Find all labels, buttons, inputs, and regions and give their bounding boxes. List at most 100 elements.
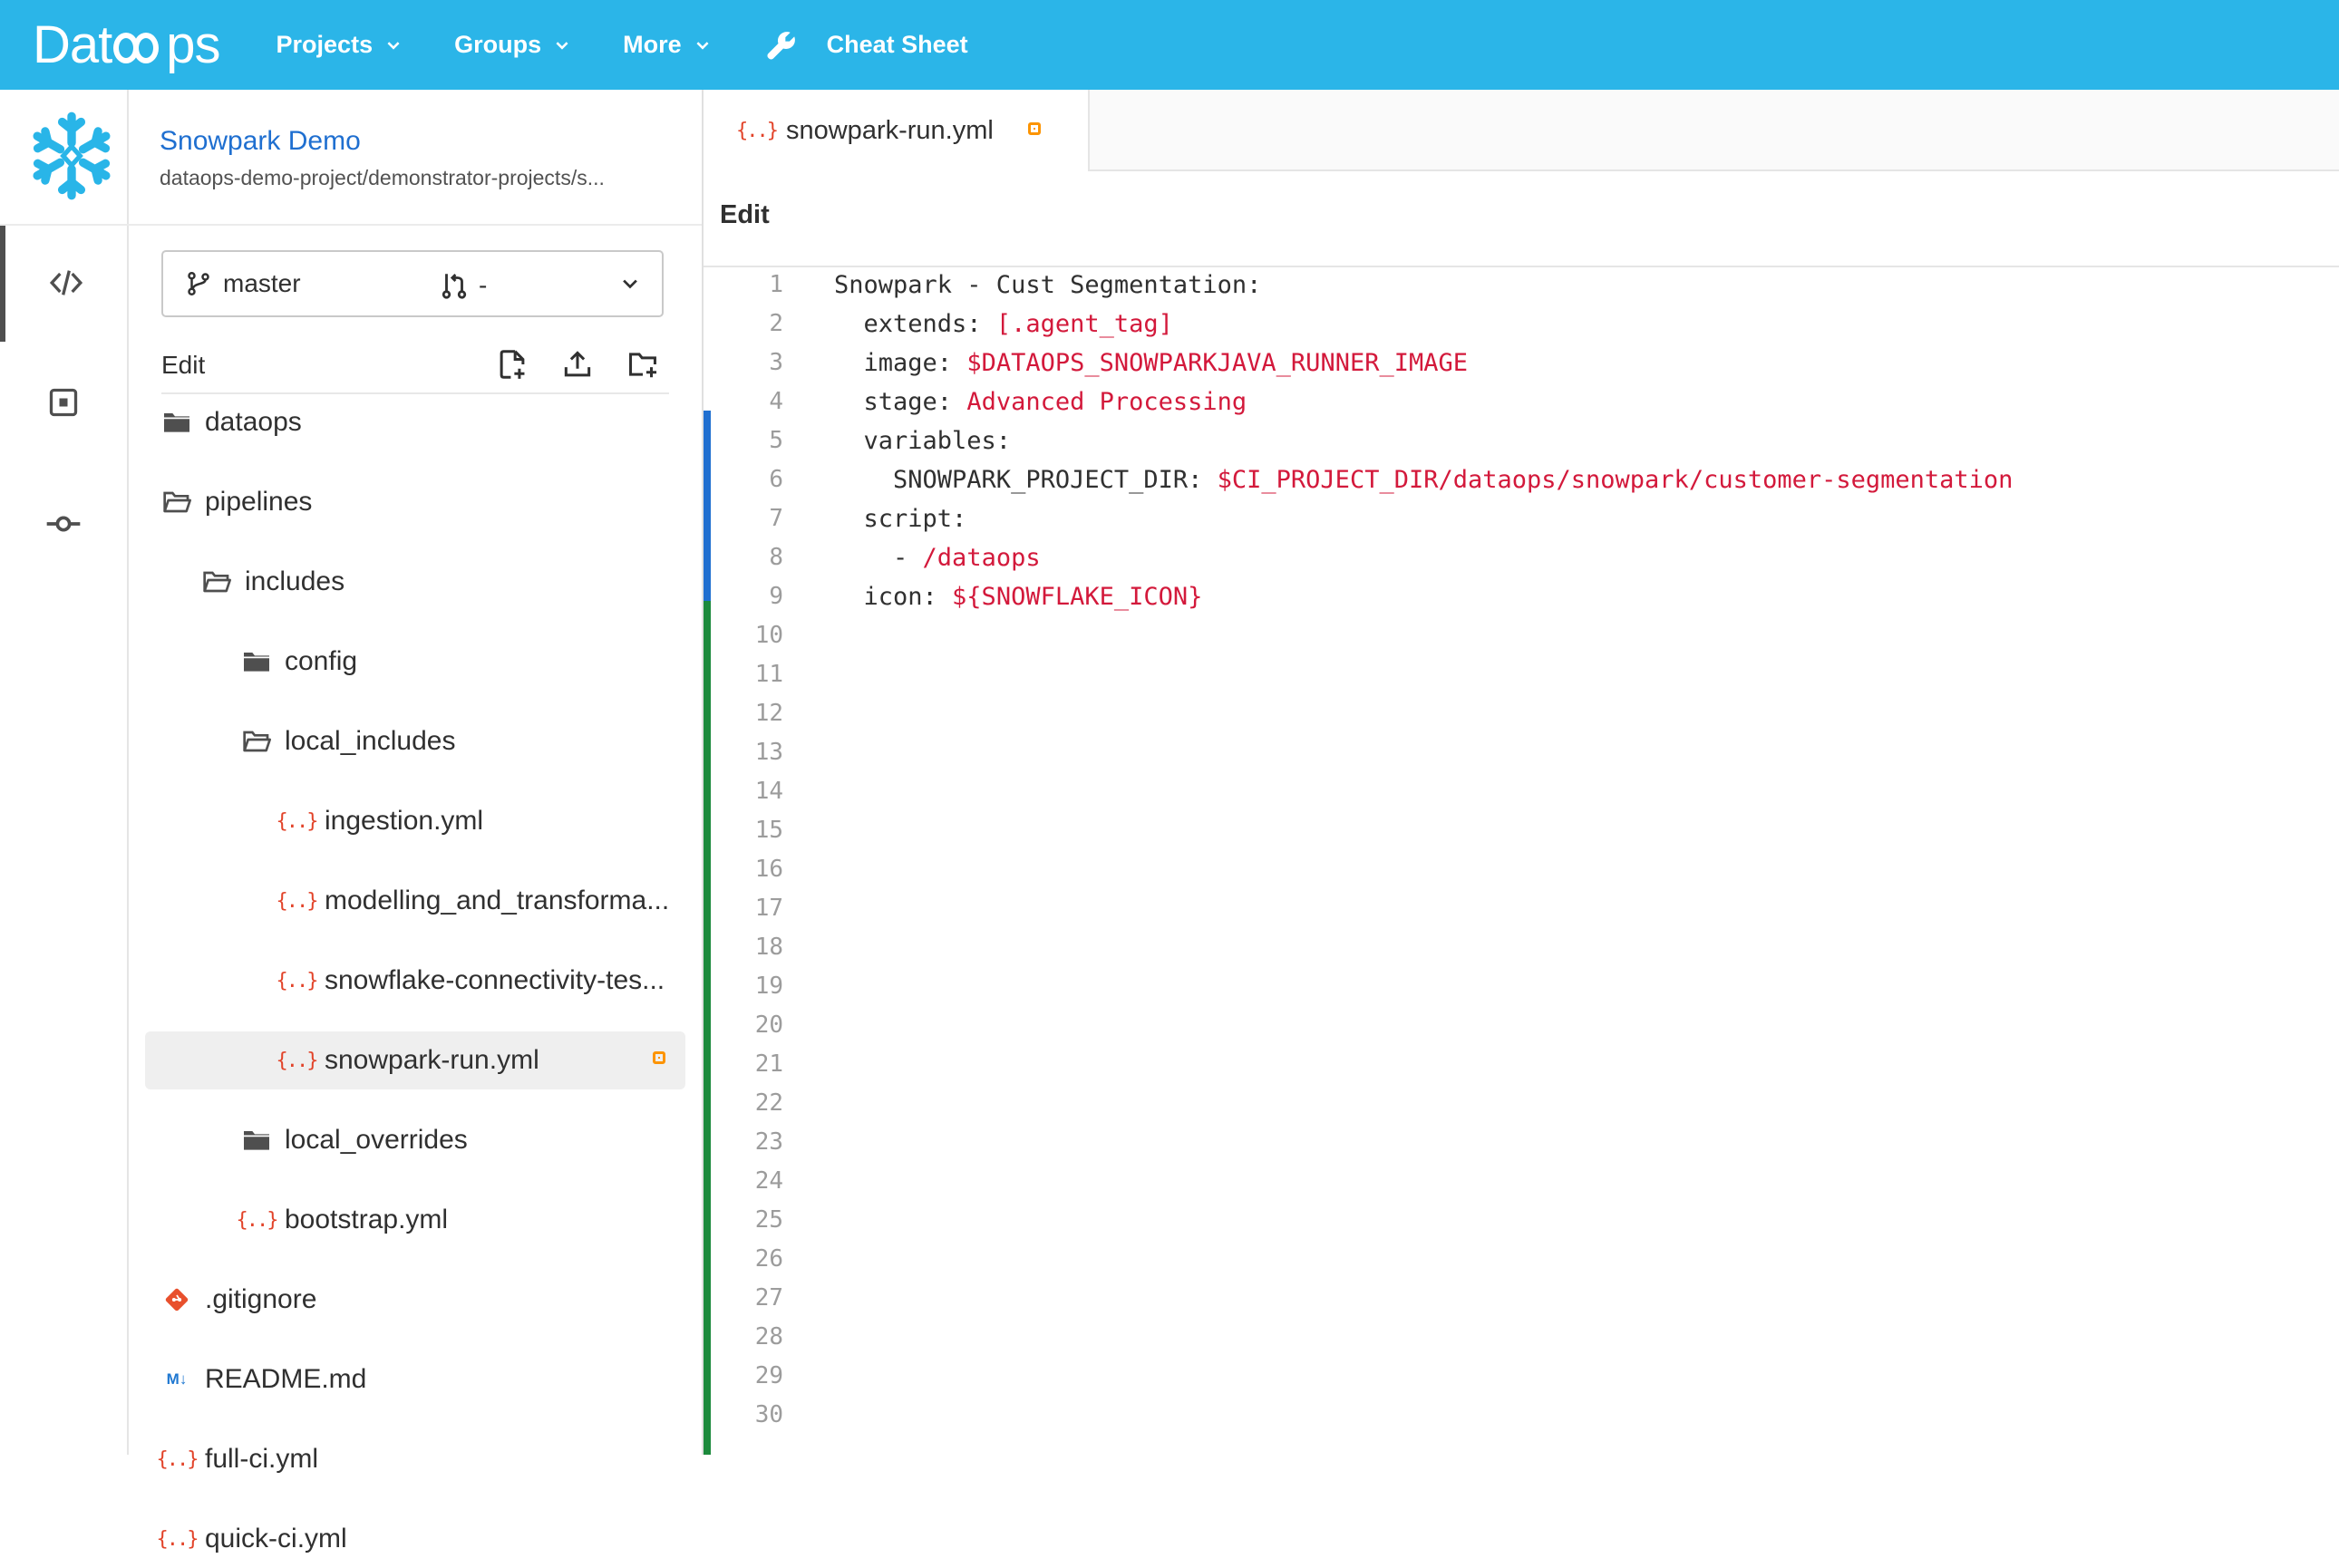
tree-file[interactable]: {..} bootstrap.yml bbox=[145, 1191, 685, 1249]
folder-open-icon bbox=[161, 487, 192, 518]
tree-folder[interactable]: dataops bbox=[145, 393, 685, 451]
line-number: 16 bbox=[754, 856, 783, 883]
code-key: - bbox=[834, 544, 923, 572]
yml-file-icon: {..} bbox=[276, 809, 319, 833]
nav-cheat-sheet[interactable]: Cheat Sheet bbox=[827, 0, 968, 90]
yml-file-icon: {..} bbox=[236, 1208, 279, 1232]
tree-item-label: quick-ci.yml bbox=[205, 1524, 347, 1553]
branch-name: master bbox=[223, 269, 301, 297]
editor-pane: {..} snowpark-run.yml Edit 1 2 3 4 5 6 7 8 9 10 11… bbox=[702, 90, 2339, 1455]
tree-header: Edit bbox=[161, 338, 669, 394]
line-number: 30 bbox=[754, 1401, 783, 1428]
project-header: Snowpark Demo dataops-demo-project/demon… bbox=[0, 90, 702, 226]
editor-mode-tab[interactable]: Edit bbox=[720, 200, 770, 230]
line-number: 5 bbox=[769, 427, 783, 454]
code-icon bbox=[49, 270, 83, 295]
line-number-gutter: 1 2 3 4 5 6 7 8 9 10 11 12 13 14 15 16 17 18 19 20 21 22 23 24 2… bbox=[704, 266, 791, 1455]
code-value: ${SNOWFLAKE_ICON} bbox=[952, 583, 1203, 611]
line-number: 13 bbox=[754, 739, 783, 766]
new-file-icon[interactable] bbox=[495, 347, 529, 382]
line-number: 19 bbox=[754, 973, 783, 1000]
code-line: - /dataops bbox=[834, 538, 1041, 577]
line-number: 1 bbox=[769, 271, 783, 298]
project-path: dataops-demo-project/demonstrator-projec… bbox=[160, 166, 605, 189]
code-line: variables: bbox=[834, 421, 1012, 460]
modified-indicator-icon bbox=[1028, 122, 1041, 135]
rail-edit[interactable] bbox=[0, 224, 127, 342]
tree-file[interactable]: {..} ingestion.yml bbox=[145, 792, 685, 850]
chevron-down-icon bbox=[696, 41, 709, 50]
line-number: 17 bbox=[754, 895, 783, 922]
tree-item-label: dataops bbox=[205, 407, 302, 437]
line-number: 15 bbox=[754, 817, 783, 844]
branch-icon bbox=[188, 271, 209, 296]
line-number: 20 bbox=[754, 1011, 783, 1039]
line-number: 9 bbox=[769, 583, 783, 610]
tree-folder[interactable]: local_includes bbox=[145, 712, 685, 770]
tree-folder[interactable]: config bbox=[145, 633, 685, 691]
yml-file-icon: {..} bbox=[276, 1049, 319, 1072]
editor-tab-label: snowpark-run.yml bbox=[785, 115, 994, 145]
tree-file[interactable]: {..} quick-ci.yml bbox=[145, 1510, 685, 1568]
code-key: variables: bbox=[834, 427, 1012, 455]
tree-item-label: full-ci.yml bbox=[205, 1444, 318, 1474]
line-number: 10 bbox=[754, 622, 783, 649]
dataops-logo[interactable]: Dat ps bbox=[33, 0, 221, 90]
line-number: 23 bbox=[754, 1128, 783, 1156]
editor-tab-active[interactable]: {..} snowpark-run.yml bbox=[704, 90, 1090, 171]
tree-folder[interactable]: local_overrides bbox=[145, 1111, 685, 1169]
chevron-down-icon bbox=[556, 41, 568, 50]
snowflake-icon bbox=[33, 111, 111, 200]
tree-item-label: pipelines bbox=[205, 487, 313, 517]
code-line: image: $DATAOPS_SNOWPARKJAVA_RUNNER_IMAG… bbox=[834, 344, 1469, 382]
tree-item-label: local_includes bbox=[285, 726, 456, 756]
upload-icon[interactable] bbox=[560, 347, 595, 382]
tree-file[interactable]: {..} snowpark-run.yml bbox=[145, 1031, 685, 1089]
project-name[interactable]: Snowpark Demo bbox=[160, 126, 361, 157]
tree-item-label: snowpark-run.yml bbox=[325, 1045, 539, 1075]
line-number: 2 bbox=[769, 310, 783, 337]
markdown-file-icon: M↓ bbox=[166, 1370, 188, 1388]
line-number: 14 bbox=[754, 778, 783, 805]
folder-icon bbox=[241, 646, 272, 677]
wrench-icon[interactable] bbox=[763, 27, 800, 63]
line-number: 21 bbox=[754, 1050, 783, 1078]
branch-selector[interactable]: master - bbox=[161, 250, 664, 317]
code-value: [.agent_tag] bbox=[995, 310, 1173, 338]
tree-item-label: includes bbox=[245, 566, 345, 596]
tree-folder[interactable]: pipelines bbox=[145, 473, 685, 531]
nav-groups[interactable]: Groups bbox=[454, 0, 570, 90]
project-avatar[interactable] bbox=[22, 106, 121, 206]
yml-file-icon: {..} bbox=[156, 1527, 199, 1551]
tree-file[interactable]: {..} full-ci.yml bbox=[145, 1430, 685, 1488]
tree-file[interactable]: M↓ README.md bbox=[145, 1350, 685, 1408]
chevron-down-icon bbox=[623, 279, 637, 289]
code-value: /dataops bbox=[922, 544, 1041, 572]
code-line: extends: [.agent_tag] bbox=[834, 305, 1173, 344]
yml-file-icon: {..} bbox=[276, 969, 319, 992]
yml-file-icon: {..} bbox=[156, 1447, 199, 1471]
rail-review[interactable] bbox=[0, 344, 127, 461]
tree-file[interactable]: .gitignore bbox=[145, 1271, 685, 1329]
line-number: 8 bbox=[769, 544, 783, 571]
line-number: 18 bbox=[754, 934, 783, 961]
commit-icon bbox=[46, 516, 81, 532]
code-key: image: bbox=[834, 349, 967, 377]
code-value: Advanced Processing bbox=[966, 388, 1247, 416]
code-key: SNOWPARK_PROJECT_DIR: bbox=[834, 466, 1218, 494]
line-number: 26 bbox=[754, 1245, 783, 1273]
line-number: 28 bbox=[754, 1323, 783, 1350]
merge-request-selector[interactable]: - bbox=[439, 270, 487, 301]
yml-file-icon: {..} bbox=[736, 119, 779, 142]
new-folder-icon[interactable] bbox=[626, 347, 660, 382]
tree-file[interactable]: {..} modelling_and_transforma... bbox=[145, 872, 685, 930]
rail-commit[interactable] bbox=[0, 465, 127, 583]
modified-indicator-icon bbox=[653, 1051, 665, 1064]
tree-file[interactable]: {..} snowflake-connectivity-tes... bbox=[145, 952, 685, 1010]
tree-item-label: snowflake-connectivity-tes... bbox=[325, 965, 665, 995]
tree-folder[interactable]: includes bbox=[145, 553, 685, 611]
nav-more[interactable]: More bbox=[623, 0, 711, 90]
line-number: 7 bbox=[769, 505, 783, 532]
nav-projects[interactable]: Projects bbox=[277, 0, 403, 90]
tree-item-label: local_overrides bbox=[285, 1125, 468, 1155]
